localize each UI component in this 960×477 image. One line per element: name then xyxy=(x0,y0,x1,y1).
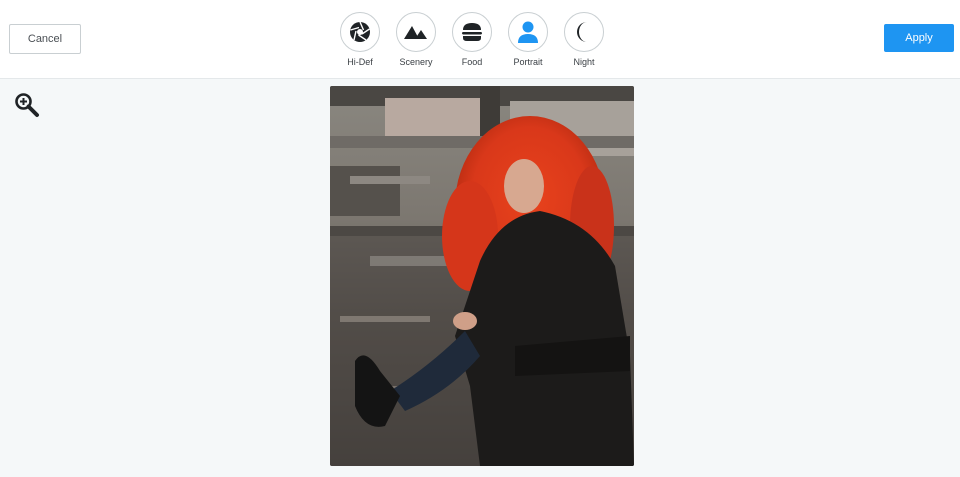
filter-portrait[interactable]: Portrait xyxy=(507,12,549,67)
filter-presets: Hi-Def Scenery Food Portrait Night xyxy=(339,12,605,67)
filter-night[interactable]: Night xyxy=(563,12,605,67)
mountains-icon xyxy=(404,26,427,39)
apply-button[interactable]: Apply xyxy=(884,24,954,52)
filter-scenery-label: Scenery xyxy=(399,57,433,67)
zoom-in-icon[interactable] xyxy=(14,92,40,118)
person-icon xyxy=(518,21,538,43)
filter-hi-def-circle[interactable] xyxy=(340,12,380,52)
filter-food-circle[interactable] xyxy=(452,12,492,52)
aperture-icon xyxy=(350,21,370,42)
top-toolbar: Cancel Hi-Def Scenery Food Portrait Nigh… xyxy=(0,0,960,79)
filter-night-circle[interactable] xyxy=(564,12,604,52)
crescent-moon-icon xyxy=(577,22,587,42)
filter-hi-def-label: Hi-Def xyxy=(347,57,373,67)
cancel-button[interactable]: Cancel xyxy=(9,24,81,54)
filter-food-label: Food xyxy=(461,57,483,67)
filter-hi-def[interactable]: Hi-Def xyxy=(339,12,381,67)
filter-scenery[interactable]: Scenery xyxy=(395,12,437,67)
burger-icon xyxy=(462,23,482,41)
filter-food[interactable]: Food xyxy=(451,12,493,67)
filter-scenery-circle[interactable] xyxy=(396,12,436,52)
filter-night-label: Night xyxy=(573,57,595,67)
photo-preview xyxy=(330,86,634,466)
filter-portrait-label: Portrait xyxy=(513,57,543,67)
portrait-photo-image xyxy=(330,86,634,466)
filter-portrait-circle[interactable] xyxy=(508,12,548,52)
